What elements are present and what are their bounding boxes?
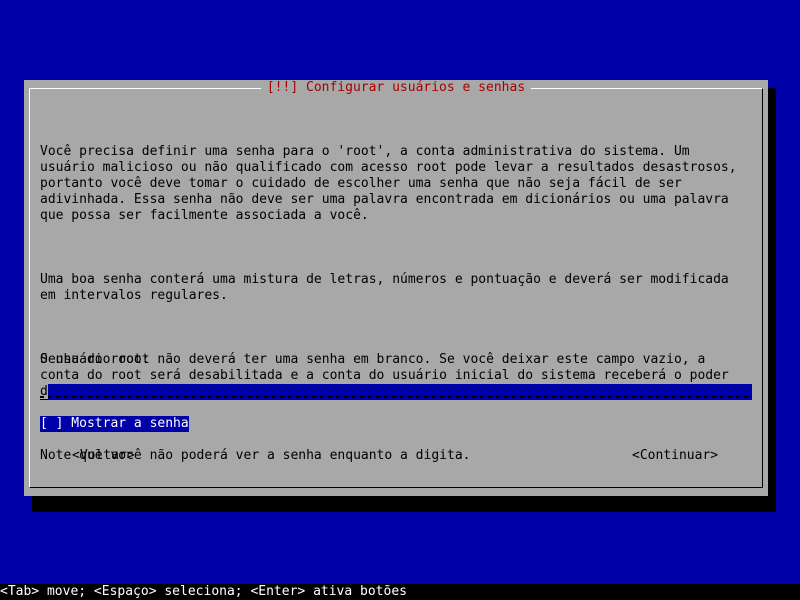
dialog-title-bar: [!!] Configurar usuários e senhas: [24, 80, 768, 96]
continue-button[interactable]: <Continuar>: [632, 448, 718, 464]
password-label: Senha do root:: [40, 352, 150, 367]
back-button[interactable]: <Voltar>: [72, 448, 135, 464]
dialog-title: [!!] Configurar usuários e senhas: [260, 80, 532, 95]
show-password-checkbox[interactable]: [ ] Mostrar a senha: [40, 416, 189, 432]
good-password-paragraph: Uma boa senha conterá uma mistura de let…: [40, 272, 729, 303]
password-field-underline: [40, 396, 752, 398]
installer-dialog: [!!] Configurar usuários e senhas Você p…: [24, 80, 768, 496]
keyboard-help-bar: <Tab> move; <Espaço> seleciona; <Enter> …: [0, 584, 800, 600]
intro-paragraph: Você precisa definir uma senha para o 'r…: [40, 144, 737, 223]
